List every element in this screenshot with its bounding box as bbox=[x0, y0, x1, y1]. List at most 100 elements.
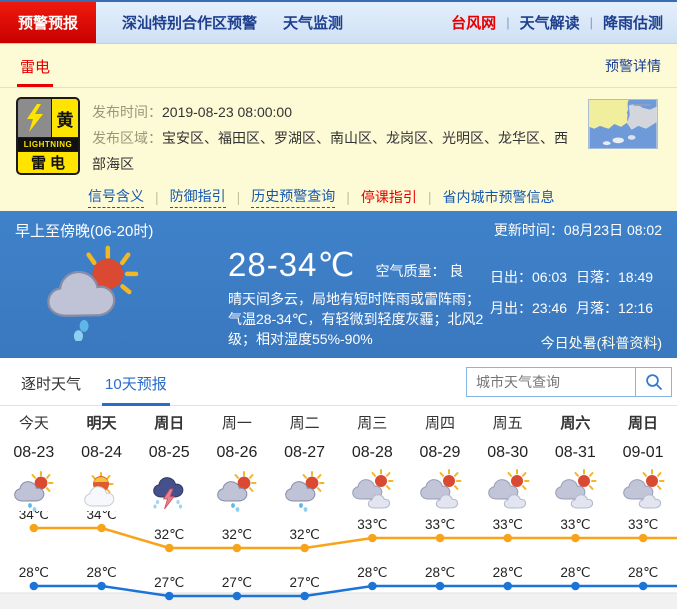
svg-text:28℃: 28℃ bbox=[628, 565, 658, 580]
nav-link-weather-explain[interactable]: 天气解读 bbox=[520, 12, 580, 33]
sun-cloud-icon bbox=[79, 470, 125, 514]
cloudy-sun-icon bbox=[417, 470, 463, 514]
link-separator: | bbox=[346, 189, 350, 205]
forecast-weather-icon-cell bbox=[271, 470, 339, 511]
forecast-date-label: 08-27 bbox=[271, 438, 339, 470]
svg-text:32℃: 32℃ bbox=[290, 527, 320, 542]
warning-type-bar: 雷电 预警详情 bbox=[0, 44, 677, 88]
forecast-weather-icon-cell bbox=[135, 470, 203, 511]
forecast-period-label: 早上至傍晚(06-20时) bbox=[15, 220, 153, 241]
search-button[interactable] bbox=[635, 368, 671, 396]
forecast-date-label: 08-24 bbox=[68, 438, 136, 470]
forecast-day-label: 周日 bbox=[609, 412, 677, 438]
current-weather-icon-wrap bbox=[15, 243, 228, 353]
tab-ten-day-forecast[interactable]: 10天预报 bbox=[102, 358, 170, 406]
nav-right-links: 台风网 | 天气解读 | 降雨估测 bbox=[451, 2, 677, 43]
forecast-day-label: 周四 bbox=[406, 412, 474, 438]
city-search-input[interactable] bbox=[467, 368, 635, 396]
warning-grade-label: 黄 bbox=[52, 99, 78, 137]
forecast-date-label: 08-25 bbox=[135, 438, 203, 470]
svg-text:28℃: 28℃ bbox=[86, 565, 116, 580]
nav-link-weather-monitor[interactable]: 天气监测 bbox=[283, 2, 343, 43]
forecast-day-label: 周日 bbox=[135, 412, 203, 438]
solar-term-link[interactable]: 今日处暑(科普资料) bbox=[490, 333, 662, 353]
ten-day-forecast: 今天明天周日周一周二周三周四周五周六周日 08-2308-2408-2508-2… bbox=[0, 406, 677, 609]
sunrise: 日出：06:03 bbox=[490, 267, 576, 287]
forecast-day-label: 周五 bbox=[474, 412, 542, 438]
forecast-weather-icon-cell bbox=[474, 470, 542, 511]
forecast-day-label: 周二 bbox=[271, 412, 339, 438]
publish-area-label: 发布区域： bbox=[92, 130, 162, 146]
forecast-weather-icon-cell bbox=[203, 470, 271, 511]
shower-sun-icon bbox=[214, 470, 260, 514]
warning-band-label: LIGHTNING bbox=[18, 138, 78, 151]
warning-section: 雷电 预警详情 黄 LIGHTNING 雷电 发布时间：2019-08-23 0… bbox=[0, 44, 677, 211]
svg-text:27℃: 27℃ bbox=[290, 575, 320, 590]
publish-time-label: 发布时间： bbox=[92, 104, 162, 120]
nav-link-shenshan-warning[interactable]: 深汕特别合作区预警 bbox=[122, 2, 257, 43]
cloudy-sun-icon bbox=[620, 470, 666, 514]
forecast-day-label: 今天 bbox=[0, 412, 68, 438]
tab-hourly-weather[interactable]: 逐时天气 bbox=[18, 358, 84, 406]
lightning-warning-sign-icon: 黄 LIGHTNING 雷电 bbox=[16, 97, 80, 175]
publish-area-value: 宝安区、福田区、罗湖区、南山区、龙岗区、光明区、龙华区、西部海区 bbox=[92, 130, 568, 172]
svg-text:33℃: 33℃ bbox=[425, 517, 455, 532]
shower-sun-icon bbox=[282, 470, 328, 514]
nav-separator: | bbox=[590, 15, 593, 30]
air-quality: 空气质量： 良 bbox=[375, 261, 463, 281]
forecast-weather-icon-cell bbox=[0, 470, 68, 511]
forecast-date-label: 08-23 bbox=[0, 438, 68, 470]
svg-text:27℃: 27℃ bbox=[154, 575, 184, 590]
forecast-weather-icon-cell bbox=[406, 470, 474, 511]
forecast-day-label: 周一 bbox=[203, 412, 271, 438]
link-separator: | bbox=[237, 189, 241, 205]
forecast-weather-icon-cell bbox=[609, 470, 677, 511]
link-signal-meaning[interactable]: 信号含义 bbox=[88, 186, 144, 208]
link-province-city-warnings[interactable]: 省内城市预警信息 bbox=[443, 187, 555, 208]
nav-link-typhoon-net[interactable]: 台风网 bbox=[451, 12, 496, 33]
link-separator: | bbox=[155, 189, 159, 205]
weather-description: 晴天间多云，局地有短时阵雨或雷阵雨；气温28-34℃，有轻微到轻度灰霾；北风2级… bbox=[228, 289, 490, 349]
forecast-date-label: 08-30 bbox=[474, 438, 542, 470]
update-time: 更新时间：08月23日 08:02 bbox=[494, 220, 662, 241]
nav-tab-warning-forecast[interactable]: 预警预报 bbox=[0, 2, 96, 43]
nav-link-rain-estimate[interactable]: 降雨估测 bbox=[603, 12, 663, 33]
cloudy-sun-icon bbox=[349, 470, 395, 514]
link-defense-guide[interactable]: 防御指引 bbox=[170, 186, 226, 208]
nav-separator: | bbox=[506, 15, 509, 30]
svg-text:33℃: 33℃ bbox=[628, 517, 658, 532]
forecast-date-label: 08-29 bbox=[406, 438, 474, 470]
forecast-date-label: 08-28 bbox=[338, 438, 406, 470]
forecast-day-label: 明天 bbox=[68, 412, 136, 438]
forecast-weather-icon-cell bbox=[542, 470, 610, 511]
publish-time-value: 2019-08-23 08:00:00 bbox=[162, 104, 292, 120]
temperature-line-chart: 34℃ 34℃ 32℃ 32℃ 32℃ 33℃ 33℃ 33℃ 33℃ 33℃ … bbox=[0, 511, 677, 609]
warning-type-tab-lightning[interactable]: 雷电 bbox=[17, 44, 53, 87]
warning-links-row: 信号含义 | 防御指引 | 历史预警查询 | 停课指引 | 省内城市预警信息 bbox=[0, 177, 677, 208]
weather-warning-page: 预警预报 深汕特别合作区预警 天气监测 台风网 | 天气解读 | 降雨估测 雷电… bbox=[0, 0, 677, 613]
warning-body: 黄 LIGHTNING 雷电 发布时间：2019-08-23 08:00:00 … bbox=[0, 88, 677, 177]
svg-text:28℃: 28℃ bbox=[560, 565, 590, 580]
forecast-date-row: 08-2308-2408-2508-2608-2708-2808-2908-30… bbox=[0, 438, 677, 470]
svg-text:28℃: 28℃ bbox=[493, 565, 523, 580]
svg-text:32℃: 32℃ bbox=[222, 527, 252, 542]
svg-text:28℃: 28℃ bbox=[19, 565, 49, 580]
svg-text:28℃: 28℃ bbox=[425, 565, 455, 580]
forecast-weather-icon-cell bbox=[338, 470, 406, 511]
moonrise: 月出：23:46 bbox=[490, 298, 576, 318]
forecast-icon-row bbox=[0, 470, 677, 511]
link-class-suspension-guide[interactable]: 停课指引 bbox=[361, 187, 417, 208]
svg-text:28℃: 28℃ bbox=[357, 565, 387, 580]
warning-detail-link[interactable]: 预警详情 bbox=[605, 56, 661, 76]
cloud-sun-rain-icon bbox=[40, 243, 144, 341]
warning-map-thumbnail[interactable] bbox=[588, 99, 658, 149]
svg-text:34℃: 34℃ bbox=[86, 511, 116, 522]
cloudy-sun-icon bbox=[552, 470, 598, 514]
shower-sun-icon bbox=[11, 470, 57, 514]
svg-text:27℃: 27℃ bbox=[222, 575, 252, 590]
publish-time-row: 发布时间：2019-08-23 08:00:00 bbox=[92, 99, 580, 125]
link-history-warning-query[interactable]: 历史预警查询 bbox=[251, 186, 335, 208]
svg-text:34℃: 34℃ bbox=[19, 511, 49, 522]
forecast-weather-icon-cell bbox=[68, 470, 136, 511]
svg-text:32℃: 32℃ bbox=[154, 527, 184, 542]
